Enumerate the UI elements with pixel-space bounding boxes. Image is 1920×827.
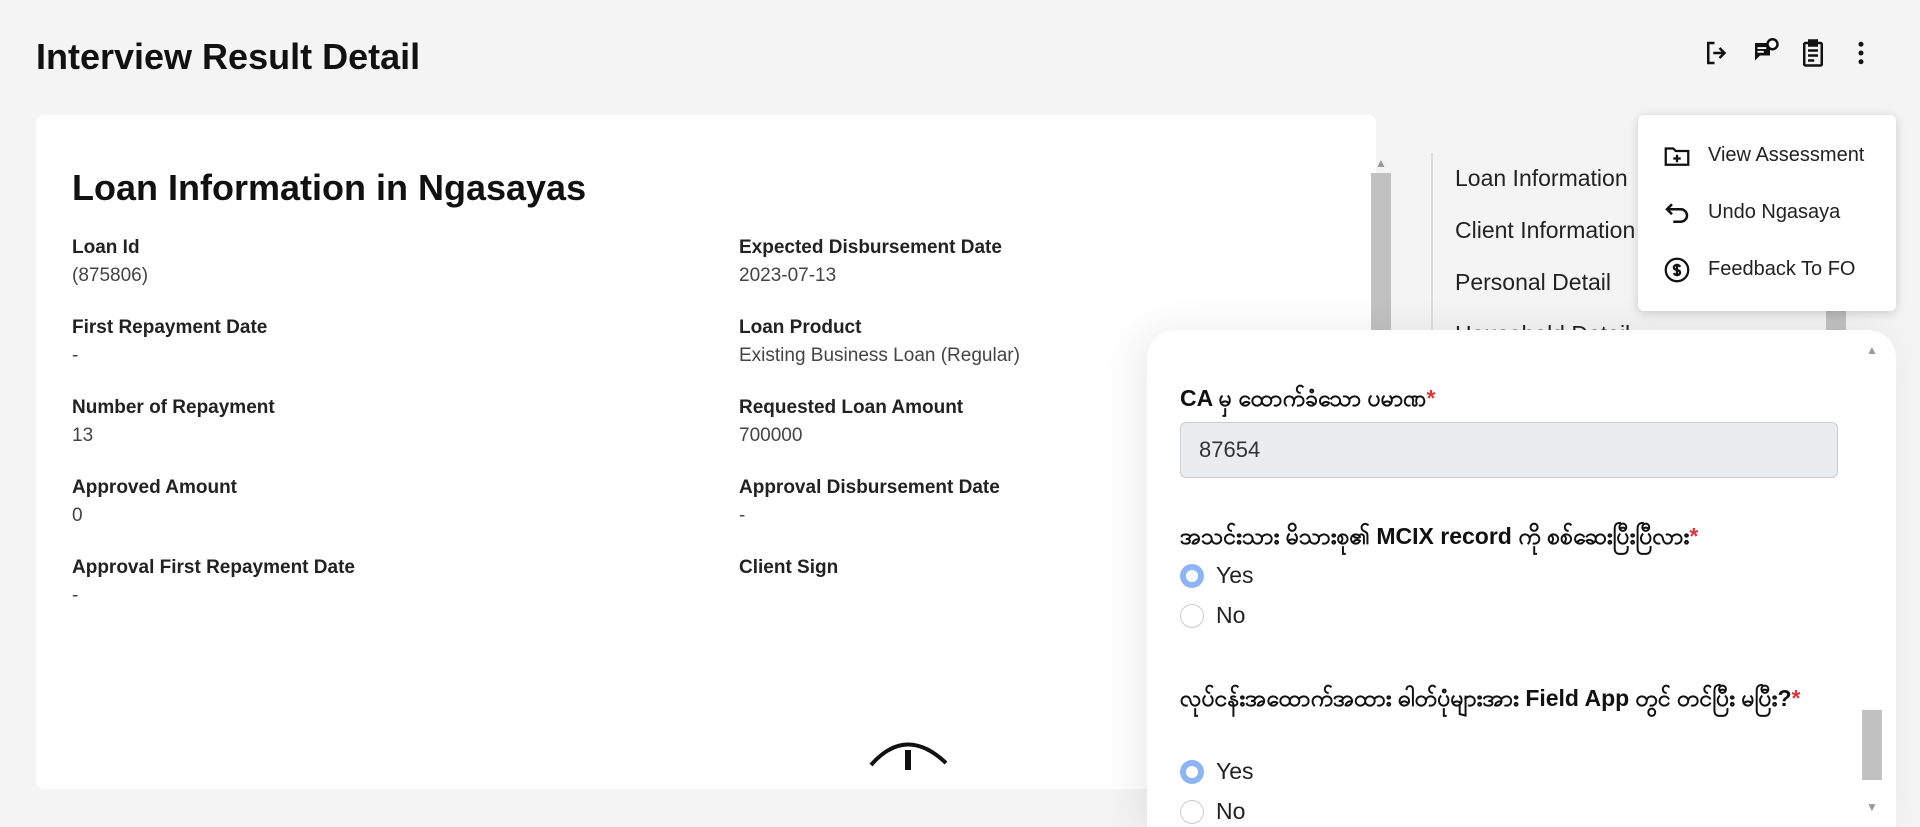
currency-exchange-icon [1664, 257, 1690, 282]
assessment-panel: CA မှ ထောက်ခံသော ပမာဏ* 87654 အသင်းသား မိ… [1147, 330, 1896, 827]
question-mcix-record: အသင်းသား မိသားစု၏ MCIX record ကို စစ်ဆေး… [1180, 518, 1840, 554]
radio-button[interactable] [1180, 603, 1204, 628]
question-label: CA မှ ထောက်ခံသော ပမာဏ [1180, 385, 1427, 411]
field-value: 2023-07-13 [739, 265, 837, 286]
menu-item-undo-ngasaya[interactable]: Undo Ngasaya [1638, 184, 1896, 241]
field-label: Requested Loan Amount [739, 397, 964, 418]
scroll-down-icon[interactable]: ▼ [1861, 797, 1883, 817]
radio-mcix-yes[interactable]: Yes [1180, 562, 1254, 589]
question-field-app-photos: လုပ်ငန်းအထောက်အထား ဓါတ်ပုံများအား Field … [1180, 680, 1840, 716]
required-marker: * [1426, 385, 1436, 411]
field-label: First Repayment Date [72, 317, 268, 338]
ca-amount-input[interactable]: 87654 [1180, 422, 1838, 478]
more-vert-icon[interactable] [1844, 36, 1878, 70]
field-label: Expected Disbursement Date [739, 237, 1002, 258]
page-title: Interview Result Detail [36, 36, 421, 77]
logout-icon[interactable] [1700, 36, 1734, 70]
menu-item-label: Feedback To FO [1708, 258, 1856, 280]
menu-item-feedback-to-fo[interactable]: Feedback To FO [1638, 241, 1896, 298]
field-value: - [72, 585, 79, 606]
field-value: - [739, 505, 746, 526]
field-approval-disbursement-date: Approval Disbursement Date - [739, 477, 1000, 527]
radio-label: No [1216, 602, 1246, 628]
clipboard-icon[interactable] [1796, 36, 1830, 70]
menu-item-label: View Assessment [1708, 144, 1865, 166]
radio-label: No [1216, 798, 1246, 824]
radio-mcix-no[interactable]: No [1180, 602, 1245, 629]
field-label: Approval First Repayment Date [72, 557, 355, 578]
question-ca-amount: CA မှ ထောက်ခံသော ပမာဏ* [1180, 380, 1840, 416]
question-label: အသင်းသား မိသားစု၏ MCIX record ကို စစ်ဆေး… [1180, 523, 1690, 549]
folder-plus-icon [1664, 146, 1690, 166]
undo-icon [1665, 202, 1689, 223]
field-value: 700000 [739, 425, 803, 446]
radio-label: Yes [1216, 758, 1254, 784]
more-menu: View Assessment Undo Ngasaya Feedback To… [1638, 115, 1896, 311]
required-marker: * [1791, 685, 1801, 711]
field-label: Client Sign [739, 557, 839, 578]
field-approved-amount: Approved Amount 0 [72, 477, 237, 527]
field-label: Approval Disbursement Date [739, 477, 1000, 498]
field-first-repayment-date: First Repayment Date - [72, 317, 267, 367]
panel-scrollbar[interactable]: ▲ ▼ [1861, 340, 1883, 817]
field-value: (875806) [72, 265, 149, 286]
field-label: Loan Id [72, 237, 140, 258]
field-value: 13 [72, 425, 94, 446]
field-client-sign: Client Sign [739, 557, 838, 579]
field-loan-id: Loan Id (875806) [72, 237, 148, 287]
field-requested-loan-amount: Requested Loan Amount 700000 [739, 397, 963, 447]
toolbar [1700, 36, 1878, 70]
field-label: Loan Product [739, 317, 862, 338]
section-title: Loan Information in Ngasayas [72, 167, 587, 208]
radio-label: Yes [1216, 562, 1254, 588]
field-approval-first-repayment-date: Approval First Repayment Date - [72, 557, 355, 607]
scroll-up-icon[interactable]: ▲ [1370, 153, 1392, 173]
required-marker: * [1689, 523, 1699, 549]
radio-field-app-yes[interactable]: Yes [1180, 758, 1254, 785]
menu-item-label: Undo Ngasaya [1708, 201, 1841, 223]
radio-field-app-no[interactable]: No [1180, 798, 1245, 825]
field-label: Number of Repayment [72, 397, 275, 418]
scrollbar-thumb[interactable] [1862, 710, 1882, 780]
question-label: လုပ်ငန်းအထောက်အထား ဓါတ်ပုံများအား Field … [1180, 685, 1792, 711]
field-loan-product: Loan Product Existing Business Loan (Reg… [739, 317, 1020, 367]
field-value: Existing Business Loan (Regular) [739, 345, 1020, 366]
field-value: - [72, 345, 79, 366]
menu-item-view-assessment[interactable]: View Assessment [1638, 127, 1896, 184]
field-value: 0 [72, 505, 83, 526]
feedback-icon[interactable] [1748, 36, 1782, 70]
radio-button-selected[interactable] [1180, 563, 1204, 588]
scroll-up-icon[interactable]: ▲ [1861, 340, 1883, 360]
field-number-of-repayment: Number of Repayment 13 [72, 397, 275, 447]
radio-button[interactable] [1180, 799, 1204, 824]
client-signature-image [869, 742, 948, 770]
field-expected-disbursement-date: Expected Disbursement Date 2023-07-13 [739, 237, 1002, 287]
radio-button-selected[interactable] [1180, 759, 1204, 784]
field-label: Approved Amount [72, 477, 238, 498]
